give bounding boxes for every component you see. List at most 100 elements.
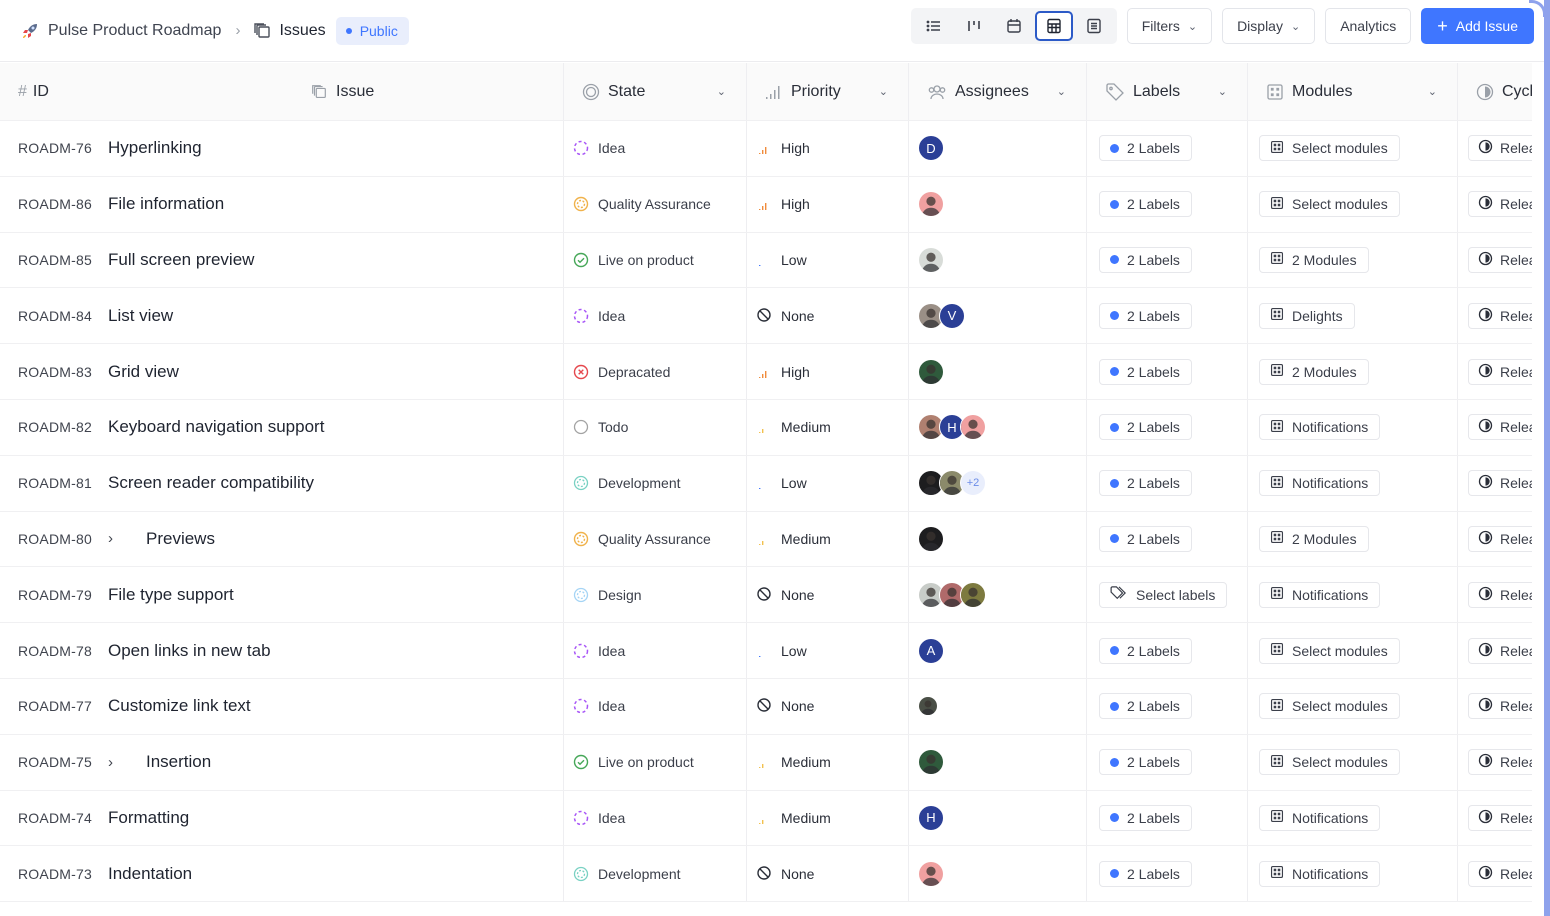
labels-chip[interactable]: Select labels	[1099, 581, 1228, 608]
issue-id[interactable]: ROADM-73	[18, 866, 108, 882]
assignees-cell[interactable]	[908, 232, 1086, 288]
column-header-cycle[interactable]: Cycle	[1457, 63, 1532, 120]
state-cell[interactable]: Quality Assurance	[563, 511, 746, 567]
kanban-view-button[interactable]	[955, 11, 993, 41]
labels-chip[interactable]: 2 Labels	[1099, 246, 1192, 273]
table-row[interactable]: ROADM-79 File type support Design None S…	[0, 567, 1532, 624]
column-header-priority[interactable]: Priority ⌄	[746, 63, 908, 120]
assignees-cell[interactable]: +2	[908, 455, 1086, 511]
issue-id[interactable]: ROADM-81	[18, 475, 108, 491]
gantt-view-button[interactable]	[1075, 11, 1113, 41]
project-name[interactable]: Pulse Product Roadmap	[48, 22, 221, 40]
assignees-cell[interactable]: D	[908, 121, 1086, 176]
assignees-cell[interactable]	[908, 176, 1086, 232]
cycle-chip[interactable]: Release	[1468, 860, 1532, 887]
avatar[interactable]: H	[918, 804, 944, 831]
assignees-cell[interactable]	[908, 511, 1086, 567]
priority-cell[interactable]: Medium	[746, 511, 908, 567]
priority-cell[interactable]: None	[746, 288, 908, 344]
avatar-photo[interactable]	[918, 860, 944, 887]
priority-cell[interactable]: Medium	[746, 790, 908, 846]
avatar-photo[interactable]	[918, 246, 944, 273]
labels-chip[interactable]: 2 Labels	[1099, 135, 1192, 162]
modules-chip[interactable]: 2 Modules	[1259, 246, 1369, 273]
labels-chip[interactable]: 2 Labels	[1099, 637, 1192, 664]
modules-chip[interactable]: 2 Modules	[1259, 358, 1369, 385]
state-cell[interactable]: Design	[563, 567, 746, 623]
modules-chip[interactable]: Notifications	[1259, 804, 1381, 831]
assignees-cell[interactable]: H	[908, 790, 1086, 846]
labels-chip[interactable]: 2 Labels	[1099, 470, 1192, 497]
state-cell[interactable]: Quality Assurance	[563, 176, 746, 232]
assignees-cell[interactable]	[908, 734, 1086, 790]
assignees-cell[interactable]: A	[908, 623, 1086, 678]
priority-cell[interactable]: High	[746, 176, 908, 232]
labels-chip[interactable]: 2 Labels	[1099, 191, 1192, 218]
table-row[interactable]: ROADM-81 Screen reader compatibility Dev…	[0, 455, 1532, 512]
issue-id[interactable]: ROADM-79	[18, 587, 108, 603]
more-assignees-badge[interactable]: +2	[960, 470, 986, 497]
assignees-cell[interactable]	[908, 344, 1086, 399]
assignees-cell[interactable]	[908, 846, 1086, 902]
issue-title[interactable]: File information	[108, 194, 224, 214]
labels-chip[interactable]: 2 Labels	[1099, 860, 1192, 887]
issue-title[interactable]: Keyboard navigation support	[108, 417, 324, 437]
assignees-cell[interactable]	[908, 678, 1086, 734]
expand-chevron-icon[interactable]: ›	[108, 530, 146, 547]
table-row[interactable]: ROADM-78 Open links in new tab Idea Low …	[0, 623, 1532, 679]
modules-chip[interactable]: Select modules	[1259, 749, 1400, 776]
modules-chip[interactable]: Notifications	[1259, 470, 1381, 497]
cycle-chip[interactable]: Release	[1468, 804, 1532, 831]
cycle-chip[interactable]: Release	[1468, 414, 1532, 441]
section-title[interactable]: Issues	[279, 22, 325, 40]
issue-id[interactable]: ROADM-74	[18, 810, 108, 826]
cycle-chip[interactable]: Release	[1468, 581, 1532, 608]
column-header-issue[interactable]: Issue	[310, 83, 374, 101]
issue-id[interactable]: ROADM-86	[18, 196, 108, 212]
issue-title[interactable]: Open links in new tab	[108, 641, 271, 661]
list-view-button[interactable]	[915, 11, 953, 41]
issue-title[interactable]: Full screen preview	[108, 250, 254, 270]
cycle-chip[interactable]: Release	[1468, 246, 1532, 273]
avatar-photo[interactable]	[918, 358, 944, 385]
labels-chip[interactable]: 2 Labels	[1099, 693, 1192, 720]
modules-chip[interactable]: Notifications	[1259, 414, 1381, 441]
column-header-modules[interactable]: Modules ⌄	[1247, 63, 1457, 120]
assignees-cell[interactable]: V	[908, 288, 1086, 344]
avatar-photo[interactable]	[918, 696, 938, 717]
modules-chip[interactable]: Select modules	[1259, 693, 1400, 720]
table-row[interactable]: ROADM-76 Hyperlinking Idea High D 2 Labe…	[0, 121, 1532, 177]
state-cell[interactable]: Live on product	[563, 734, 746, 790]
priority-cell[interactable]: High	[746, 344, 908, 399]
state-cell[interactable]: Depracated	[563, 344, 746, 399]
issue-title[interactable]: Hyperlinking	[108, 138, 202, 158]
spreadsheet-view-button[interactable]	[1034, 11, 1073, 41]
table-row[interactable]: ROADM-86 File information Quality Assura…	[0, 176, 1532, 233]
avatar-photo[interactable]	[960, 581, 986, 608]
table-row[interactable]: ROADM-84 List view Idea None V 2 Labels	[0, 288, 1532, 345]
issue-title[interactable]: List view	[108, 306, 173, 326]
priority-cell[interactable]: Low	[746, 455, 908, 511]
priority-cell[interactable]: Low	[746, 232, 908, 288]
priority-cell[interactable]: Medium	[746, 734, 908, 790]
assignees-cell[interactable]	[908, 567, 1086, 623]
issue-title[interactable]: Screen reader compatibility	[108, 473, 314, 493]
calendar-view-button[interactable]	[995, 11, 1033, 41]
cycle-chip[interactable]: Release	[1468, 693, 1532, 720]
cycle-chip[interactable]: Release	[1468, 302, 1532, 329]
issue-title[interactable]: Insertion	[146, 752, 211, 772]
table-row[interactable]: ROADM-77 Customize link text Idea None 2…	[0, 678, 1532, 735]
table-row[interactable]: ROADM-85 Full screen preview Live on pro…	[0, 232, 1532, 289]
issue-id[interactable]: ROADM-77	[18, 698, 108, 714]
state-cell[interactable]: Idea	[563, 678, 746, 734]
state-cell[interactable]: Development	[563, 846, 746, 902]
table-row[interactable]: ROADM-83 Grid view Depracated High 2 Lab…	[0, 344, 1532, 400]
state-cell[interactable]: Live on product	[563, 232, 746, 288]
issue-id[interactable]: ROADM-83	[18, 364, 108, 380]
state-cell[interactable]: Idea	[563, 121, 746, 176]
modules-chip[interactable]: 2 Modules	[1259, 525, 1369, 552]
cycle-chip[interactable]: Release	[1468, 358, 1532, 385]
modules-chip[interactable]: Select modules	[1259, 637, 1400, 664]
scrollbar[interactable]	[1529, 0, 1550, 916]
modules-chip[interactable]: Notifications	[1259, 860, 1381, 887]
